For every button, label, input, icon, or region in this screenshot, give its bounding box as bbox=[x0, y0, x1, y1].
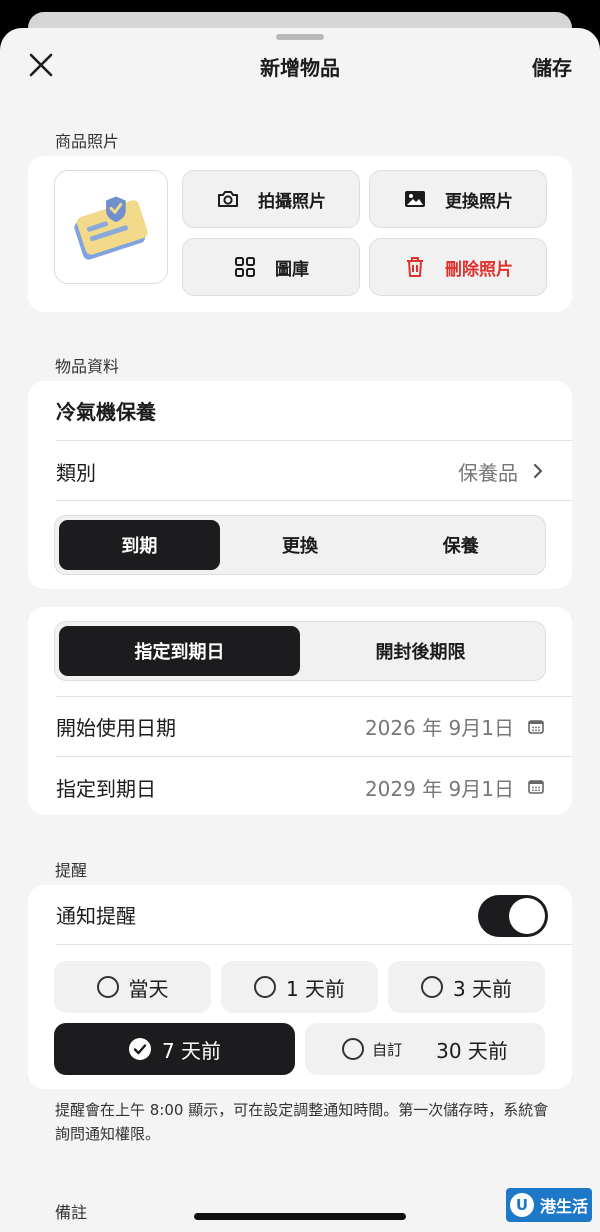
divider bbox=[56, 500, 572, 501]
custom-days-value[interactable]: 30 天前 bbox=[436, 1035, 508, 1064]
chevron-right-icon bbox=[533, 463, 543, 479]
calendar-icon bbox=[528, 719, 544, 734]
image-icon bbox=[405, 191, 425, 207]
reminder-option-label: 當天 bbox=[128, 976, 169, 1001]
item-type-segmented: 到期 更換 保養 bbox=[54, 515, 546, 575]
delete-photo-button[interactable]: 刪除照片 bbox=[369, 238, 547, 296]
replace-photo-button[interactable]: 更換照片 bbox=[369, 170, 547, 228]
check-circle-icon bbox=[128, 1038, 151, 1060]
type-option-maintain[interactable]: 保養 bbox=[380, 520, 541, 570]
take-photo-button[interactable]: 拍攝照片 bbox=[182, 170, 360, 228]
reminder-option-custom[interactable]: 自訂 30 天前 bbox=[305, 1023, 545, 1075]
category-label: 類別 bbox=[56, 460, 96, 485]
photo-card: 拍攝照片 更換照片 圖庫 刪除照片 bbox=[28, 156, 572, 312]
reminder-card: 通知提醒 當天 1 天前 3 天前 7 天前 自訂 30 天前 bbox=[28, 885, 572, 1089]
item-name-value: 冷氣機保養 bbox=[56, 400, 156, 424]
camera-icon bbox=[218, 191, 238, 207]
custom-label: 自訂 bbox=[372, 1040, 403, 1059]
start-date-value: 2026 年 9月1日 bbox=[364, 716, 514, 740]
home-indicator[interactable] bbox=[194, 1213, 406, 1220]
item-info-label: 物品資料 bbox=[55, 357, 120, 376]
radio-icon bbox=[253, 976, 276, 998]
mode-option-fixed-date[interactable]: 指定到期日 bbox=[59, 626, 300, 676]
gallery-label: 圖庫 bbox=[275, 259, 309, 280]
expiry-date-value: 2029 年 9月1日 bbox=[364, 776, 514, 801]
reminder-option-1-day[interactable]: 1 天前 bbox=[221, 961, 378, 1013]
watermark-mark: U bbox=[509, 1193, 534, 1217]
reminder-option-7-days[interactable]: 7 天前 bbox=[54, 1023, 295, 1075]
grid-icon bbox=[235, 257, 255, 277]
item-name-field[interactable]: 冷氣機保養 bbox=[56, 381, 572, 441]
take-photo-label: 拍攝照片 bbox=[258, 191, 326, 212]
expiry-date-row[interactable]: 指定到期日 2029 年 9月1日 bbox=[56, 757, 572, 817]
add-item-sheet: 新增物品 儲存 商品照片 拍攝照片 更換照片 圖庫 刪除照片 物品資料 冷氣機保… bbox=[0, 28, 600, 1232]
save-button[interactable]: 儲存 bbox=[532, 52, 572, 81]
reminder-option-label: 1 天前 bbox=[285, 976, 346, 1001]
reminder-option-label: 7 天前 bbox=[161, 1038, 222, 1063]
toggle-knob bbox=[509, 898, 545, 934]
notify-label: 通知提醒 bbox=[56, 904, 136, 928]
reminder-label: 提醒 bbox=[55, 861, 88, 880]
replace-photo-label: 更換照片 bbox=[445, 191, 513, 212]
watermark-text: 港生活 bbox=[539, 1197, 588, 1216]
type-option-replace[interactable]: 更換 bbox=[220, 520, 381, 570]
watermark-logo: U 港生活 bbox=[506, 1188, 592, 1222]
radio-icon bbox=[96, 976, 119, 998]
type-option-expiry[interactable]: 到期 bbox=[59, 520, 220, 570]
item-photo[interactable] bbox=[54, 170, 168, 284]
remarks-label: 備註 bbox=[55, 1203, 88, 1222]
expiry-mode-segmented: 指定到期日 開封後期限 bbox=[54, 621, 546, 681]
mode-option-after-opening[interactable]: 開封後期限 bbox=[300, 626, 541, 676]
nav-bar: 新增物品 儲存 bbox=[0, 28, 600, 108]
reminder-option-same-day[interactable]: 當天 bbox=[54, 961, 211, 1013]
page-title: 新增物品 bbox=[260, 56, 340, 80]
trash-icon bbox=[407, 257, 423, 277]
start-date-label: 開始使用日期 bbox=[56, 716, 176, 740]
reminder-option-3-days[interactable]: 3 天前 bbox=[388, 961, 545, 1013]
start-date-row[interactable]: 開始使用日期 2026 年 9月1日 bbox=[56, 697, 572, 757]
radio-icon bbox=[420, 976, 443, 998]
radio-icon bbox=[342, 1038, 365, 1060]
delete-photo-label: 刪除照片 bbox=[445, 259, 513, 280]
expiry-card: 指定到期日 開封後期限 開始使用日期 2026 年 9月1日 指定到期日 202… bbox=[28, 607, 572, 815]
card-illustration-icon bbox=[74, 196, 148, 260]
photo-section-label: 商品照片 bbox=[55, 132, 120, 151]
reminder-option-label: 3 天前 bbox=[452, 976, 513, 1001]
item-info-card: 冷氣機保養 類別 保養品 到期 更換 保養 bbox=[28, 381, 572, 589]
notify-toggle[interactable] bbox=[478, 895, 548, 937]
calendar-icon bbox=[528, 780, 544, 794]
expiry-date-label: 指定到期日 bbox=[56, 776, 156, 801]
reminder-note: 提醒會在上午 8:00 顯示，可在設定調整通知時間。第一次儲存時，系統會詢問通知… bbox=[55, 1101, 549, 1143]
gallery-button[interactable]: 圖庫 bbox=[182, 238, 360, 296]
category-value: 保養品 bbox=[458, 460, 518, 485]
category-row[interactable]: 類別 保養品 bbox=[56, 441, 572, 501]
